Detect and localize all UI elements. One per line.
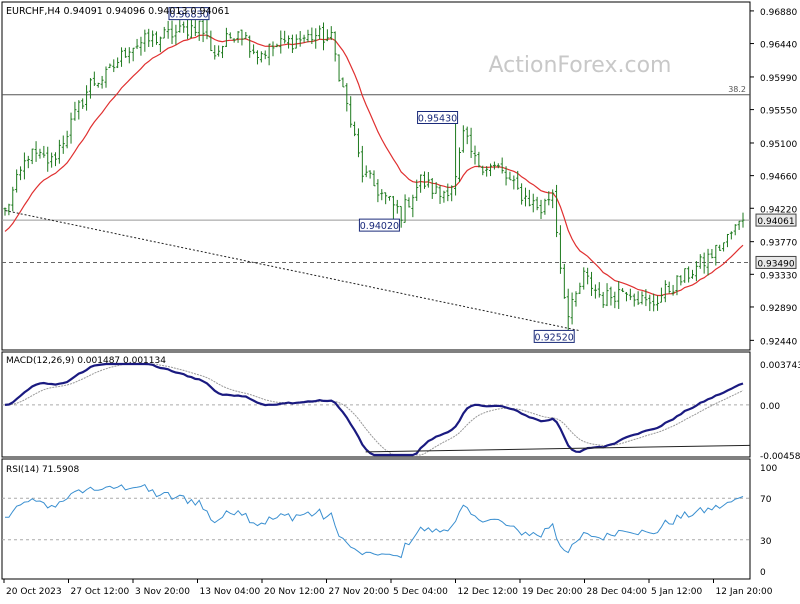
macd-y-label-2: -0.004585: [760, 452, 800, 462]
x-tick-label-3: 13 Nov 04:00: [200, 587, 261, 597]
annotation-0.92520: 0.92520: [533, 329, 575, 343]
macd-label: MACD(12,26,9) 0.001487 0.001134: [6, 356, 166, 366]
y-tick-label-10: 0.92440: [760, 337, 797, 347]
y-tick-label-4: 0.95100: [760, 140, 797, 150]
rsi-y-label-3: 0: [760, 568, 766, 578]
current-price-tag-text: 0.94061: [757, 217, 794, 227]
macd-y-label-0: 0.003743: [760, 361, 800, 371]
rsi-y-label-0: 100: [760, 464, 777, 474]
rsi-y-label-1: 70: [760, 495, 772, 505]
x-tick-label-1: 27 Oct 12:00: [71, 587, 130, 597]
x-tick-label-4: 20 Nov 12:00: [264, 587, 325, 597]
watermark-text: ActionForex.com: [489, 53, 672, 78]
chart-title: EURCHF,H4 0.94091 0.94096 0.94013 0.9406…: [6, 6, 230, 17]
macd-y-label-1: 0.00: [760, 402, 780, 412]
rsi-label: RSI(14) 71.5908: [6, 465, 79, 475]
x-tick-label-6: 5 Dec 04:00: [393, 587, 448, 597]
panel-frame-3: [1, 458, 751, 580]
svg-text:0.92520: 0.92520: [535, 332, 574, 343]
y-tick-label-3: 0.95550: [760, 107, 797, 117]
y-tick-label-7: 0.93770: [760, 239, 797, 249]
y-tick-label-8: 0.93330: [760, 271, 797, 281]
x-tick-label-10: 5 Jan 12:00: [651, 587, 703, 597]
svg-text:0.94020: 0.94020: [360, 221, 399, 232]
x-tick-label-5: 27 Nov 20:00: [329, 587, 390, 597]
annotation-0.94020: 0.94020: [358, 218, 400, 232]
x-tick-label-2: 3 Nov 20:00: [135, 587, 190, 597]
y-tick-label-1: 0.96440: [760, 41, 797, 51]
y-tick-label-5: 0.94660: [760, 173, 797, 183]
y-tick-label-0: 0.96880: [760, 8, 797, 18]
support-price-tag-text: 0.93490: [757, 259, 794, 269]
x-tick-label-11: 12 Jan 20:00: [716, 587, 773, 597]
annotation-0.95430: 0.95430: [417, 110, 459, 124]
chart-root: 38.2 ActionForex.com 0.96830 0.94020 0.95430…: [0, 0, 800, 600]
y-tick-label-9: 0.92890: [760, 304, 797, 314]
eurchf-chart-svg: 38.2ActionForex.com0.968300.940200.95430…: [1, 1, 800, 597]
fib-38-2-label: 38.2: [728, 85, 746, 94]
x-tick-label-0: 20 Oct 2023: [6, 587, 62, 597]
svg-text:0.95430: 0.95430: [418, 113, 457, 124]
rsi-y-label-2: 30: [760, 537, 772, 547]
x-tick-label-9: 28 Dec 04:00: [587, 587, 648, 597]
x-tick-label-7: 12 Dec 12:00: [458, 587, 519, 597]
y-tick-label-2: 0.95990: [760, 74, 797, 84]
x-tick-label-8: 19 Dec 20:00: [522, 587, 583, 597]
